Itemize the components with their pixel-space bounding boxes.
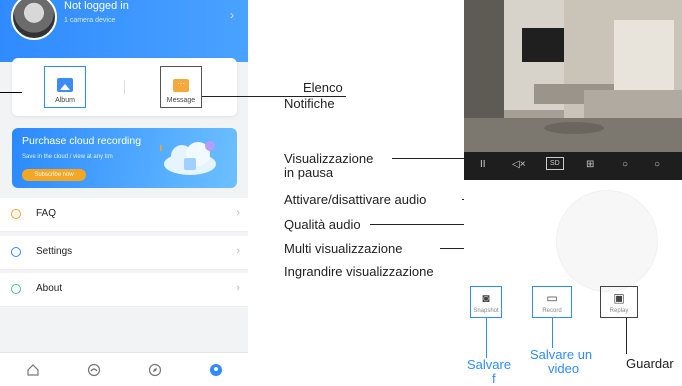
menu-item-faq[interactable]: FAQ › [0, 198, 248, 232]
mute-button[interactable]: ◁× [512, 159, 526, 170]
menu-item-settings[interactable]: Settings › [0, 236, 248, 270]
ptz-control-pad[interactable] [556, 190, 658, 292]
album-button[interactable]: Album [44, 66, 86, 108]
annotation-salvare-foto-2: f [492, 371, 496, 386]
question-icon [11, 209, 21, 219]
replay-button[interactable]: ▣ Replay [600, 286, 638, 318]
record-label: Record [542, 307, 562, 314]
video-record-icon: ▭ [546, 290, 558, 305]
info-icon [11, 284, 21, 294]
leader-line [552, 318, 553, 348]
leader-line [626, 318, 627, 354]
leader-line [392, 158, 472, 159]
leader-line [0, 92, 22, 93]
cloud-icon [160, 141, 216, 175]
annotation-salvare-video-2: video [548, 361, 580, 376]
replay-label: Replay [609, 307, 629, 314]
message-label: Message [166, 97, 196, 104]
message-icon: ··· [173, 79, 189, 92]
banner-subtitle: Save in the cloud / view at any tim [22, 154, 113, 160]
bottom-tab-bar [0, 352, 248, 380]
compass-icon[interactable] [148, 363, 162, 377]
record-button[interactable]: ▭ Record [532, 286, 572, 318]
chevron-right-icon[interactable]: › [230, 8, 234, 22]
camera-icon: ◙ [482, 290, 490, 305]
snapshot-label: Snapshot [473, 307, 499, 314]
annotation-elenco: Elenco [303, 80, 343, 95]
live-video-feed[interactable] [464, 0, 682, 152]
circle-icon[interactable]: ○ [654, 159, 660, 170]
leader-line [202, 96, 284, 97]
annotation-audio: Attivare/disattivare audio [284, 192, 427, 207]
snapshot-button[interactable]: ◙ Snapshot [470, 286, 502, 318]
annotation-pausa-1: Visualizzazione [284, 151, 374, 166]
menu-label-about: About [36, 283, 63, 294]
chevron-right-icon: › [236, 207, 240, 219]
annotation-guardare: Guardar [626, 356, 674, 371]
annotation-salvare-foto: Salvare [467, 357, 512, 372]
menu-label-faq: FAQ [36, 208, 57, 219]
chevron-right-icon: › [236, 282, 240, 294]
subscribe-button[interactable]: Subscribe now [22, 169, 86, 181]
leader-line [486, 318, 487, 358]
album-icon [57, 78, 73, 92]
replay-icon: ▣ [613, 290, 625, 305]
annotation-multi: Multi visualizzazione [284, 241, 403, 256]
album-label: Album [55, 97, 75, 104]
annotation-ingrandire: Ingrandire visualizzazione [284, 264, 434, 279]
chevron-right-icon: › [236, 245, 240, 257]
annotation-qualita: Qualità audio [284, 217, 361, 232]
login-status[interactable]: Not logged in [64, 0, 129, 12]
menu-label-settings: Settings [36, 246, 73, 257]
annotation-pausa-2: in pausa [284, 165, 334, 180]
device-count: 1 camera device [64, 17, 116, 24]
banner-title: Purchase cloud recording [22, 135, 142, 147]
pause-button[interactable]: II [480, 159, 486, 170]
circle-icon[interactable]: ○ [622, 159, 628, 170]
gear-icon [11, 247, 21, 257]
annotation-salvare-video-1: Salvare un [530, 347, 593, 362]
home-icon[interactable] [26, 363, 40, 377]
menu-item-about[interactable]: About › [0, 273, 248, 307]
player-control-bar: II ◁× SD ⊞ ○ ○ [464, 152, 682, 180]
profile-icon[interactable] [209, 363, 223, 377]
cloud-tab-icon[interactable] [87, 363, 101, 377]
message-button[interactable]: ··· Message [160, 66, 202, 108]
quality-button[interactable]: SD [546, 157, 564, 170]
divider [124, 80, 125, 94]
multi-view-button[interactable]: ⊞ [586, 159, 594, 170]
annotation-notifiche: Notifiche [284, 96, 335, 111]
